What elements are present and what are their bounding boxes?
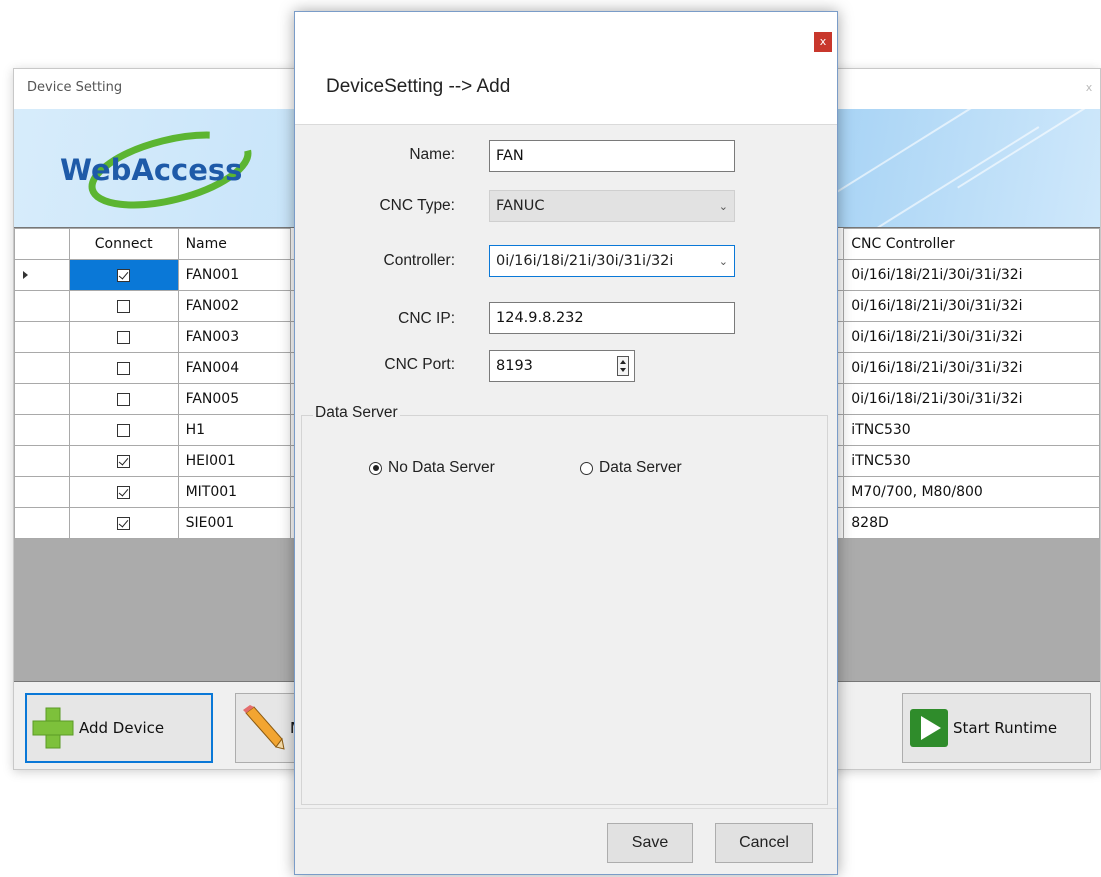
cnc-controller-cell[interactable]: 0i/16i/18i/21i/30i/31i/32i	[843, 321, 1100, 353]
device-setting-close-button[interactable]: x	[1082, 80, 1096, 96]
controller-value: 0i/16i/18i/21i/30i/31i/32i	[496, 253, 674, 269]
cnc-controller-cell[interactable]: iTNC530	[843, 445, 1100, 477]
cnc-port-stepper[interactable]: 8193	[489, 350, 635, 382]
cnc-ip-field[interactable]	[489, 302, 735, 334]
cnc-port-value: 8193	[496, 358, 533, 374]
name-cell[interactable]: FAN005	[177, 383, 292, 415]
connect-checkbox[interactable]	[117, 454, 131, 468]
start-runtime-label: Start Runtime	[953, 719, 1058, 737]
dialog-heading: DeviceSetting --> Add	[326, 76, 511, 97]
cnc-type-value: FANUC	[496, 198, 545, 214]
radio-no-data-server[interactable]: No Data Server	[369, 459, 495, 477]
play-icon	[910, 709, 948, 747]
add-device-label: Add Device	[79, 719, 165, 737]
webaccess-logo: WebAccess	[52, 123, 272, 213]
cnc-controller-cell[interactable]: M70/700, M80/800	[843, 476, 1100, 508]
cnc-controller-cell[interactable]: iTNC530	[843, 414, 1100, 446]
spin-down-icon[interactable]	[620, 368, 626, 372]
row-header-corner	[14, 228, 70, 260]
connect-checkbox[interactable]	[117, 485, 131, 499]
name-cell[interactable]: FAN002	[177, 290, 292, 322]
dialog-titlebar: x	[295, 12, 837, 56]
dialog-close-button[interactable]: x	[814, 32, 832, 52]
logo-text: WebAccess	[60, 153, 242, 187]
banner-decoration	[957, 109, 1100, 189]
connect-cell[interactable]	[68, 259, 179, 291]
connect-cell[interactable]	[68, 321, 179, 353]
device-setting-title: Device Setting	[27, 80, 123, 95]
add-device-dialog: x DeviceSetting --> Add Name: CNC Type: …	[294, 11, 838, 875]
cnc-type-label: CNC Type:	[379, 197, 455, 214]
row-header[interactable]	[14, 290, 70, 322]
connect-cell[interactable]	[68, 507, 179, 539]
connect-checkbox[interactable]	[117, 392, 131, 406]
connect-checkbox[interactable]	[117, 516, 131, 530]
row-header[interactable]	[14, 259, 70, 291]
row-header[interactable]	[14, 383, 70, 415]
chevron-down-icon: ⌄	[718, 254, 728, 268]
name-cell[interactable]: H1	[177, 414, 292, 446]
radio-no-data-server-label: No Data Server	[388, 459, 495, 476]
chevron-down-icon: ⌄	[718, 199, 728, 213]
radio-selected-icon[interactable]	[369, 461, 382, 475]
banner-decoration	[868, 126, 1040, 227]
plus-icon	[32, 707, 74, 749]
row-header[interactable]	[14, 414, 70, 446]
spinner-buttons[interactable]	[617, 356, 629, 376]
cnc-controller-cell[interactable]: 0i/16i/18i/21i/30i/31i/32i	[843, 352, 1100, 384]
save-button[interactable]: Save	[607, 823, 693, 863]
name-cell[interactable]: MIT001	[177, 476, 292, 508]
cancel-button[interactable]: Cancel	[715, 823, 813, 863]
connect-cell[interactable]	[68, 445, 179, 477]
radio-data-server-label: Data Server	[599, 459, 682, 476]
row-header[interactable]	[14, 352, 70, 384]
row-header[interactable]	[14, 476, 70, 508]
name-cell[interactable]: FAN001	[177, 259, 292, 291]
cnc-port-label: CNC Port:	[384, 356, 455, 373]
start-runtime-button[interactable]: Start Runtime	[902, 693, 1091, 763]
dialog-footer: Save Cancel	[295, 808, 837, 877]
cnc-type-select[interactable]: FANUC ⌄	[489, 190, 735, 222]
controller-label: Controller:	[383, 252, 456, 269]
add-device-button[interactable]: Add Device	[25, 693, 213, 763]
cnc-controller-cell[interactable]: 0i/16i/18i/21i/30i/31i/32i	[843, 259, 1100, 291]
name-cell[interactable]: FAN003	[177, 321, 292, 353]
connect-cell[interactable]	[68, 290, 179, 322]
row-header[interactable]	[14, 507, 70, 539]
cnc-controller-cell[interactable]: 0i/16i/18i/21i/30i/31i/32i	[843, 290, 1100, 322]
connect-checkbox[interactable]	[117, 299, 131, 313]
cnc-ip-label: CNC IP:	[398, 310, 455, 327]
cnc-controller-cell[interactable]: 828D	[843, 507, 1100, 539]
connect-cell[interactable]	[68, 383, 179, 415]
name-cell[interactable]: FAN004	[177, 352, 292, 384]
connect-cell[interactable]	[68, 414, 179, 446]
data-server-legend: Data Server	[313, 404, 400, 422]
row-header[interactable]	[14, 445, 70, 477]
controller-select[interactable]: 0i/16i/18i/21i/30i/31i/32i ⌄	[489, 245, 735, 277]
pencil-icon	[243, 705, 285, 750]
current-row-icon	[23, 271, 28, 279]
dialog-header: DeviceSetting --> Add	[295, 56, 837, 125]
connect-cell[interactable]	[68, 476, 179, 508]
name-cell[interactable]: SIE001	[177, 507, 292, 539]
radio-unselected-icon[interactable]	[580, 461, 593, 475]
column-header-connect[interactable]: Connect	[68, 228, 179, 260]
connect-cell[interactable]	[68, 352, 179, 384]
connect-checkbox[interactable]	[117, 268, 131, 282]
spin-up-icon[interactable]	[620, 360, 626, 364]
name-field[interactable]	[489, 140, 735, 172]
cnc-controller-cell[interactable]: 0i/16i/18i/21i/30i/31i/32i	[843, 383, 1100, 415]
radio-data-server[interactable]: Data Server	[580, 459, 682, 477]
connect-checkbox[interactable]	[117, 361, 131, 375]
connect-checkbox[interactable]	[117, 330, 131, 344]
column-header-cnc-controller[interactable]: CNC Controller	[843, 228, 1100, 260]
name-cell[interactable]: HEI001	[177, 445, 292, 477]
column-header-name[interactable]: Name	[177, 228, 292, 260]
row-header[interactable]	[14, 321, 70, 353]
connect-checkbox[interactable]	[117, 423, 131, 437]
name-label: Name:	[409, 146, 455, 163]
